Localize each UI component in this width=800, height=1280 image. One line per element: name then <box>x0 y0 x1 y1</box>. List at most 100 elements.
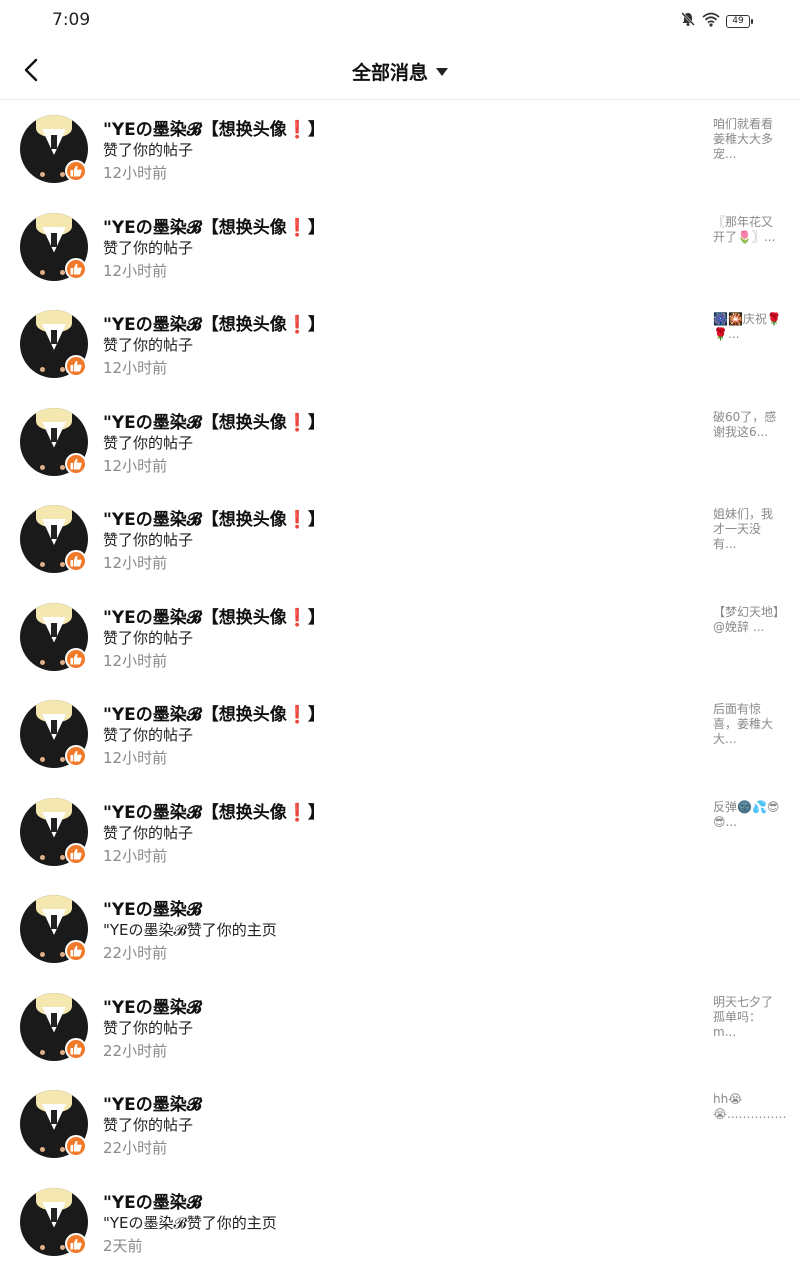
message-row[interactable]: "YEの墨染𝓑【想换头像❗】 赞了你的帖子 12小时前 破60了，感谢我这6... <box>0 393 800 491</box>
message-row[interactable]: "YEの墨染𝓑【想换头像❗】 赞了你的帖子 12小时前 姐妹们，我才一天没有... <box>0 490 800 588</box>
sender-name[interactable]: "YEの墨染𝓑【想换头像❗】 <box>103 700 325 725</box>
post-preview[interactable]: 咱们就看看姜稚大大多宠... <box>713 117 783 162</box>
post-preview[interactable]: 后面有惊喜，姜稚大大... <box>713 702 783 747</box>
like-badge <box>65 257 87 280</box>
like-badge <box>65 355 87 377</box>
avatar-tie <box>51 330 57 344</box>
avatar-dot <box>40 269 45 275</box>
thumbs-up-icon <box>70 165 82 177</box>
message-time: 22小时前 <box>103 1041 168 1060</box>
post-preview[interactable]: 🎆🎇庆祝🌹🌹... <box>713 312 783 342</box>
message-row[interactable]: "YEの墨染𝓑【想换头像❗】 赞了你的帖子 12小时前 【梦幻天地】@娩辞 ... <box>0 588 800 686</box>
avatar-tie <box>51 1012 57 1027</box>
status-bar: 7:09 49 <box>0 0 800 40</box>
like-badge <box>65 1232 87 1255</box>
avatar-tie <box>51 135 57 149</box>
like-badge <box>65 1037 87 1060</box>
avatar-dot <box>40 757 45 762</box>
like-badge <box>65 940 87 962</box>
message-action: 赞了你的帖子 <box>103 336 194 354</box>
avatar-tie <box>51 232 57 247</box>
avatar-tie <box>51 1110 57 1124</box>
status-icons: 49 <box>680 11 753 31</box>
message-action: 赞了你的帖子 <box>103 823 194 842</box>
sender-name[interactable]: "YEの墨染𝓑 <box>103 1090 202 1115</box>
avatar-dot <box>40 464 45 470</box>
post-preview[interactable]: 破60了，感谢我这6... <box>713 410 783 440</box>
post-preview[interactable]: 姐妹们，我才一天没有... <box>713 507 783 552</box>
avatar-dot <box>40 854 45 860</box>
message-row[interactable]: "YEの墨染𝓑【想换头像❗】 赞了你的帖子 12小时前 后面有惊喜，姜稚大大... <box>0 685 800 783</box>
sender-name[interactable]: "YEの墨染𝓑【想换头像❗】 <box>103 213 325 238</box>
thumbs-up-icon <box>70 360 82 372</box>
avatar-tie <box>51 720 57 734</box>
thumbs-up-icon <box>70 848 82 859</box>
avatar-tie <box>51 1207 57 1222</box>
message-time: 22小时前 <box>103 1139 168 1157</box>
message-time: 12小时前 <box>103 456 168 475</box>
post-preview[interactable]: 〖那年花又开了🌷〗... <box>713 215 783 245</box>
avatar-dot <box>40 172 45 177</box>
message-row[interactable]: "YEの墨染𝓑【想换头像❗】 赞了你的帖子 12小时前 〖那年花又开了🌷〗... <box>0 198 800 296</box>
avatar-tie <box>51 817 57 832</box>
like-badge <box>65 647 87 670</box>
message-time: 12小时前 <box>103 164 168 182</box>
sender-name[interactable]: "YEの墨染𝓑【想换头像❗】 <box>103 798 325 823</box>
like-badge <box>65 550 87 572</box>
status-time: 7:09 <box>52 10 91 30</box>
message-time: 12小时前 <box>103 359 168 377</box>
thumbs-up-icon <box>70 1238 82 1249</box>
like-badge <box>65 452 87 475</box>
sender-name[interactable]: "YEの墨染𝓑 <box>103 895 202 920</box>
message-time: 12小时前 <box>103 651 168 670</box>
message-time: 12小时前 <box>103 846 168 865</box>
thumbs-up-icon <box>70 653 82 664</box>
thumbs-up-icon <box>70 263 82 274</box>
message-row[interactable]: "YEの墨染𝓑 "YEの墨染𝓑赞了你的主页 2天前 <box>0 1173 800 1271</box>
post-preview[interactable]: 【梦幻天地】@娩辞 ... <box>713 605 783 635</box>
avatar-tie <box>51 622 57 637</box>
post-preview[interactable]: 明天七夕了孤单吗：m... <box>713 995 783 1040</box>
sender-name[interactable]: "YEの墨染𝓑【想换头像❗】 <box>103 310 325 335</box>
avatar-dot <box>40 1244 45 1250</box>
sender-name[interactable]: "YEの墨染𝓑【想换头像❗】 <box>103 408 325 433</box>
message-time: 2天前 <box>103 1236 143 1255</box>
message-row[interactable]: "YEの墨染𝓑 赞了你的帖子 22小时前 明天七夕了孤单吗：m... <box>0 978 800 1076</box>
sender-name[interactable]: "YEの墨染𝓑 <box>103 1188 202 1213</box>
message-action: 赞了你的帖子 <box>103 433 194 452</box>
thumbs-up-icon <box>70 750 82 762</box>
message-action: 赞了你的帖子 <box>103 531 194 549</box>
page-title: 全部消息 <box>351 62 428 84</box>
message-filter-dropdown[interactable]: 全部消息 <box>0 58 800 85</box>
thumbs-up-icon <box>70 1140 82 1152</box>
message-time: 22小时前 <box>103 944 168 962</box>
sender-name[interactable]: "YEの墨染𝓑【想换头像❗】 <box>103 603 325 628</box>
thumbs-up-icon <box>70 458 82 469</box>
battery-icon: 49 <box>726 14 753 28</box>
message-list: "YEの墨染𝓑【想换头像❗】 赞了你的帖子 12小时前 咱们就看看姜稚大大多宠... … <box>0 100 800 1270</box>
avatar-tie <box>51 915 57 929</box>
message-row[interactable]: "YEの墨染𝓑 赞了你的帖子 22小时前 hh😭😭...………… <box>0 1075 800 1173</box>
avatar-dot <box>40 952 45 957</box>
message-row[interactable]: "YEの墨染𝓑 "YEの墨染𝓑赞了你的主页 22小时前 <box>0 880 800 978</box>
message-row[interactable]: "YEの墨染𝓑【想换头像❗】 赞了你的帖子 12小时前 🎆🎇庆祝🌹🌹... <box>0 295 800 393</box>
sender-name[interactable]: "YEの墨染𝓑【想换头像❗】 <box>103 115 325 140</box>
sender-name[interactable]: "YEの墨染𝓑【想换头像❗】 <box>103 505 325 530</box>
caret-down-icon <box>436 67 448 76</box>
message-action: 赞了你的帖子 <box>103 1018 194 1037</box>
post-preview[interactable]: 反弹🌚💦😎😎... <box>713 800 783 830</box>
sender-name[interactable]: "YEの墨染𝓑 <box>103 993 202 1018</box>
wifi-icon <box>702 11 720 31</box>
avatar-dot <box>40 562 45 567</box>
like-badge <box>65 160 87 182</box>
thumbs-up-icon <box>70 945 82 957</box>
message-action: 赞了你的帖子 <box>103 726 194 744</box>
message-action: "YEの墨染𝓑赞了你的主页 <box>103 921 277 939</box>
thumbs-up-icon <box>70 555 82 567</box>
avatar-dot <box>40 1049 45 1055</box>
avatar-tie <box>51 427 57 442</box>
post-preview[interactable]: hh😭😭...………… <box>713 1092 786 1122</box>
message-row[interactable]: "YEの墨染𝓑【想换头像❗】 赞了你的帖子 12小时前 反弹🌚💦😎😎... <box>0 783 800 881</box>
like-badge <box>65 842 87 865</box>
message-row[interactable]: "YEの墨染𝓑【想换头像❗】 赞了你的帖子 12小时前 咱们就看看姜稚大大多宠... <box>0 100 800 198</box>
